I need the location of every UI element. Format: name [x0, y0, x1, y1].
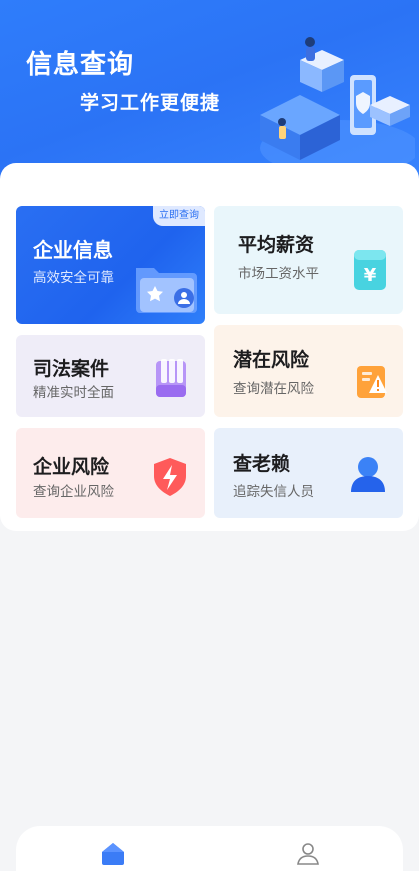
- page-title: 信息查询: [26, 50, 135, 80]
- dishonest-person-card[interactable]: 查老赖 追踪失信人员: [214, 428, 403, 518]
- company-info-card[interactable]: 立即查询 企业信息 高效安全可靠: [16, 206, 205, 324]
- user-icon[interactable]: [295, 840, 321, 866]
- card-subtitle: 查询企业风险: [33, 484, 114, 500]
- card-title: 企业风险: [33, 456, 110, 478]
- office-illustration-icon: [260, 37, 415, 176]
- folder-id-icon: [136, 268, 197, 313]
- card-subtitle: 精准实时全面: [33, 385, 114, 401]
- query-now-tag[interactable]: 立即查询: [153, 206, 205, 226]
- card-title: 潜在风险: [233, 349, 310, 371]
- shield-bolt-icon: [154, 458, 186, 496]
- card-subtitle: 市场工资水平: [238, 266, 319, 282]
- card-title: 平均薪资: [238, 234, 315, 256]
- judicial-case-card[interactable]: 司法案件 精准实时全面: [16, 335, 205, 417]
- company-risk-card[interactable]: 企业风险 查询企业风险: [16, 428, 205, 518]
- card-title: 司法案件: [33, 358, 110, 380]
- svg-text:¥: ¥: [364, 265, 377, 286]
- warning-doc-icon: [357, 366, 387, 398]
- card-title: 企业信息: [33, 238, 113, 262]
- card-subtitle: 查询潜在风险: [233, 381, 314, 397]
- bottom-tab-bar: [16, 826, 403, 871]
- page-subtitle: 学习工作更便捷: [80, 92, 221, 114]
- person-icon: [351, 457, 385, 492]
- card-subtitle: 高效安全可靠: [33, 270, 114, 286]
- avg-salary-card[interactable]: 平均薪资 市场工资水平 ¥: [214, 206, 403, 314]
- home-icon[interactable]: [100, 840, 126, 866]
- card-title: 查老赖: [233, 453, 291, 475]
- card-subtitle: 追踪失信人员: [233, 484, 314, 500]
- potential-risk-card[interactable]: 潜在风险 查询潜在风险: [214, 325, 403, 417]
- files-icon: [156, 359, 186, 397]
- service-panel: 立即查询 企业信息 高效安全可靠 平均薪资 市场工资水平 ¥ 司法案件 精准实时…: [0, 163, 419, 531]
- yen-cup-icon: ¥: [354, 250, 386, 290]
